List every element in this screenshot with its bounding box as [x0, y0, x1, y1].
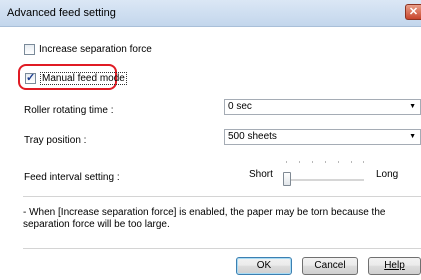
close-icon: ✕ — [408, 6, 419, 18]
roller-rotating-time-value: 0 sec — [228, 101, 252, 112]
close-button[interactable]: ✕ — [405, 4, 421, 20]
help-button[interactable]: Help — [368, 257, 421, 275]
chevron-down-icon: ▼ — [409, 133, 416, 140]
divider — [23, 248, 421, 249]
increase-separation-checkbox[interactable] — [24, 44, 35, 55]
ok-button[interactable]: OK — [236, 257, 292, 275]
title-bar: Advanced feed setting — [0, 0, 421, 27]
cancel-button[interactable]: Cancel — [302, 257, 358, 275]
feed-interval-slider-thumb[interactable] — [283, 172, 291, 186]
increase-separation-label: Increase separation force — [39, 44, 152, 55]
feed-interval-slider-track[interactable] — [286, 179, 364, 182]
slider-min-label: Short — [249, 169, 273, 180]
slider-max-label: Long — [376, 169, 399, 180]
roller-rotating-time-select[interactable]: 0 sec ▼ — [224, 99, 421, 115]
tray-position-label: Tray position : — [24, 135, 87, 146]
increase-separation-option[interactable]: Increase separation force — [24, 44, 152, 55]
manual-feed-label: Manual feed mode — [40, 72, 127, 85]
tray-position-select[interactable]: 500 sheets ▼ — [224, 129, 421, 145]
roller-rotating-time-label: Roller rotating time : — [24, 105, 114, 116]
feed-interval-label: Feed interval setting : — [24, 172, 120, 183]
manual-feed-checkbox[interactable] — [25, 71, 36, 84]
window-title: Advanced feed setting — [7, 7, 116, 19]
slider-ticks — [286, 161, 364, 165]
chevron-down-icon: ▼ — [409, 103, 416, 110]
help-button-label: Help — [384, 260, 405, 271]
divider — [23, 196, 421, 197]
tray-position-value: 500 sheets — [228, 131, 277, 142]
manual-feed-option[interactable]: Manual feed mode — [25, 71, 127, 85]
warning-note: - When [Increase separation force] is en… — [23, 207, 386, 230]
